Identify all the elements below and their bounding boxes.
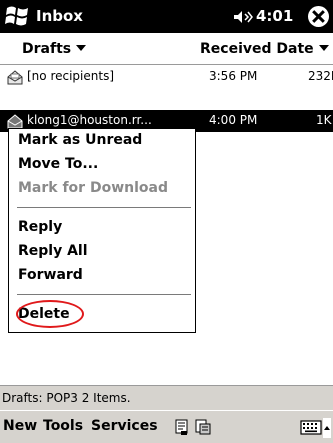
- command-bar: New Tools Services: [0, 410, 333, 443]
- speaker-icon[interactable]: [232, 10, 254, 24]
- status-bar: Drafts: POP3 2 Items.: [0, 385, 333, 411]
- sort-label: Received Date: [200, 41, 314, 57]
- folder-label: Drafts: [22, 41, 72, 57]
- tools-menu[interactable]: Tools: [43, 418, 83, 434]
- menu-item-reply[interactable]: Reply: [18, 219, 62, 235]
- chevron-down-icon: [76, 45, 87, 51]
- list-header: Drafts Received Date: [0, 33, 333, 65]
- chevron-up-icon[interactable]: [323, 418, 331, 438]
- keyboard-icon[interactable]: [300, 420, 322, 435]
- chevron-down-icon: [318, 45, 329, 51]
- folder-dropdown[interactable]: Drafts: [22, 41, 87, 57]
- delete-highlight-ring: [16, 300, 84, 328]
- app-title: Inbox: [36, 7, 83, 25]
- envelope-icon: [7, 70, 23, 85]
- close-icon[interactable]: [308, 6, 329, 27]
- message-recipient: [no recipients]: [27, 69, 115, 83]
- new-menu[interactable]: New: [3, 418, 37, 434]
- status-text: Drafts: POP3 2 Items.: [2, 391, 131, 405]
- properties-icon[interactable]: [194, 418, 212, 436]
- message-row[interactable]: [no recipients] 3:56 PM 232K: [0, 64, 333, 90]
- menu-separator: [17, 294, 191, 295]
- send-receive-icon[interactable]: [173, 418, 191, 436]
- menu-item-forward[interactable]: Forward: [18, 267, 83, 283]
- menu-item-reply-all[interactable]: Reply All: [18, 243, 88, 259]
- message-size: 1K: [316, 113, 332, 127]
- services-menu[interactable]: Services: [91, 418, 158, 434]
- message-time: 3:56 PM: [209, 69, 258, 83]
- clock[interactable]: 4:01: [256, 7, 293, 25]
- menu-separator: [17, 207, 191, 208]
- sort-dropdown[interactable]: Received Date: [200, 41, 329, 57]
- menu-item-mark-as-unread[interactable]: Mark as Unread: [18, 132, 142, 148]
- message-size: 232K: [308, 69, 333, 83]
- windows-flag-icon[interactable]: [3, 3, 31, 29]
- menu-item-mark-for-download: Mark for Download: [18, 180, 168, 196]
- title-bar: Inbox 4:01: [0, 0, 333, 33]
- message-time: 4:00 PM: [209, 113, 258, 127]
- message-recipient: klong1@houston.rr...: [27, 113, 152, 127]
- menu-item-move-to[interactable]: Move To...: [18, 156, 98, 172]
